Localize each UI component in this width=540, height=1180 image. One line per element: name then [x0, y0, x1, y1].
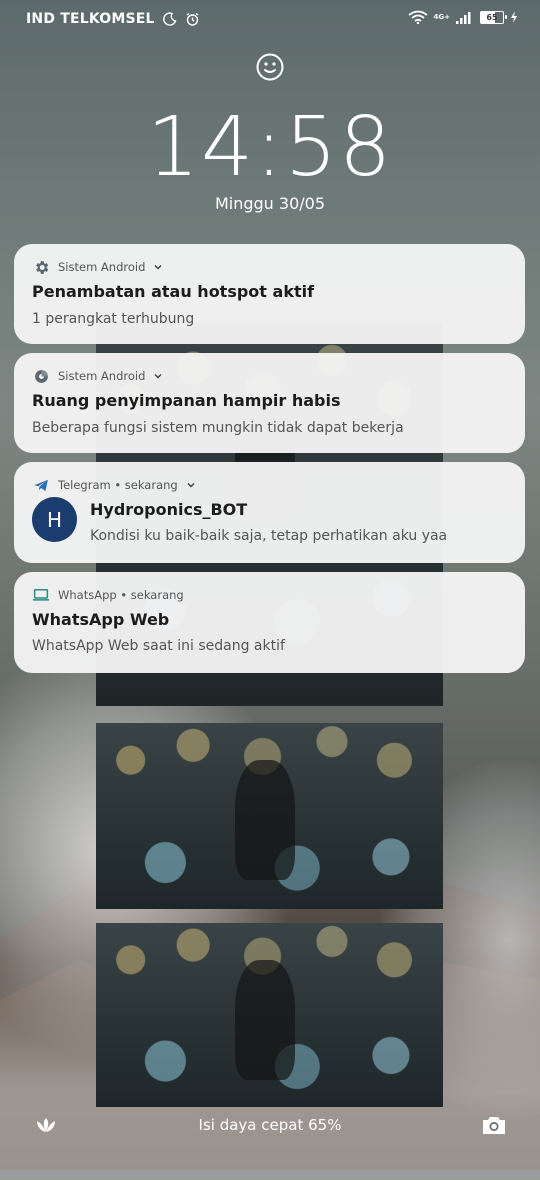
notification-title: Hydroponics_BOT — [90, 500, 248, 519]
charging-bolt-icon — [511, 11, 517, 23]
notification-app-name: Sistem Android — [58, 260, 146, 274]
status-bar: IND TELKOMSEL 4G+ 65 — [0, 0, 540, 38]
clock-date: Minggu 30/05 — [214, 194, 326, 213]
chevron-down-icon[interactable] — [153, 371, 163, 381]
battery-level: 65 — [486, 12, 498, 22]
network-type: 4G+ — [433, 13, 450, 21]
wifi-icon — [407, 10, 428, 24]
alarm-icon — [186, 12, 199, 26]
laptop-icon — [32, 586, 50, 604]
clock-time: 14:58 — [146, 100, 394, 195]
notification-whatsapp[interactable]: WhatsApp • sekarang WhatsApp Web WhatsAp… — [14, 572, 525, 673]
battery-icon: 65 — [480, 10, 507, 24]
carrier-name: IND TELKOMSEL — [26, 11, 155, 27]
notification-body: 1 perangkat terhubung — [32, 311, 195, 327]
notification-app-name: Telegram • sekarang — [58, 478, 178, 492]
notification-body: WhatsApp Web saat ini sedang aktif — [32, 638, 285, 654]
signal-icon — [456, 11, 471, 24]
notification-app-name: WhatsApp • sekarang — [58, 588, 184, 602]
camera-icon[interactable] — [481, 1114, 507, 1136]
wallpaper-photo-2 — [96, 723, 443, 909]
storage-icon — [32, 367, 50, 385]
notification-hotspot[interactable]: Sistem Android Penambatan atau hotspot a… — [14, 244, 525, 344]
notification-title: Penambatan atau hotspot aktif — [32, 282, 315, 301]
wallpaper-photo-3 — [96, 923, 443, 1107]
notification-app-name: Sistem Android — [58, 369, 146, 383]
notification-title: Ruang penyimpanan hampir habis — [32, 391, 341, 410]
moon-icon — [162, 12, 177, 26]
chevron-down-icon[interactable] — [186, 480, 196, 490]
charging-status: Isi daya cepat 65% — [198, 1116, 342, 1134]
face-unlock-icon[interactable] — [255, 52, 285, 82]
chevron-down-icon[interactable] — [153, 262, 163, 272]
notification-title: WhatsApp Web — [32, 610, 170, 629]
gear-icon — [32, 258, 50, 276]
notification-body: Beberapa fungsi sistem mungkin tidak dap… — [32, 420, 404, 436]
notification-telegram[interactable]: Telegram • sekarang H Hydroponics_BOT Ko… — [14, 462, 525, 563]
notification-storage[interactable]: Sistem Android Ruang penyimpanan hampir … — [14, 353, 525, 453]
telegram-icon — [32, 476, 50, 494]
notification-body: Kondisi ku baik-baik saja, tetap perhati… — [90, 528, 448, 544]
avatar: H — [32, 497, 77, 542]
